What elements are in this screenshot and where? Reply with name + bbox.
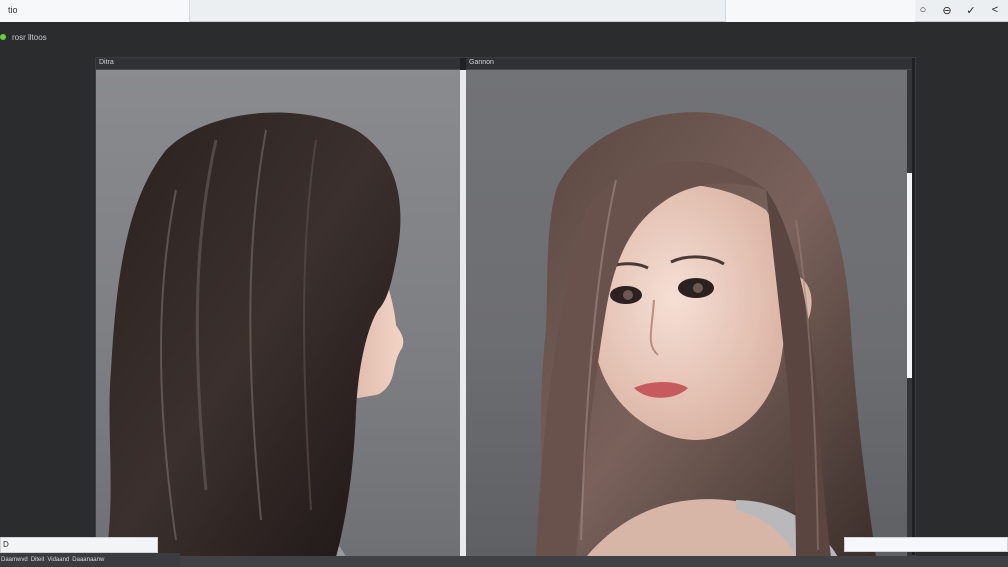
front-portrait-illustration bbox=[536, 112, 876, 557]
right-pane: Gannon bbox=[466, 58, 912, 557]
bottom-menu-item[interactable]: Daamwvd bbox=[1, 557, 28, 563]
right-pane-title: Gannon bbox=[469, 59, 494, 66]
right-pane-header: Gannon bbox=[466, 58, 912, 70]
left-pane-header: Ditra bbox=[96, 58, 460, 70]
sub-toolbar: rosr lltoos bbox=[0, 28, 47, 46]
tab-primary[interactable]: tio bbox=[0, 0, 190, 22]
scrollbar-thumb[interactable] bbox=[907, 173, 912, 378]
bottom-input-value: D bbox=[3, 540, 9, 549]
bottom-menu-strip: Daamwvd Diteit Vidaand Daaanaanw bbox=[0, 553, 180, 567]
image-compare-panel: Ditra Gannon bbox=[95, 57, 916, 557]
circle-icon[interactable]: ○ bbox=[916, 3, 930, 17]
left-pane: Ditra bbox=[96, 58, 460, 557]
title-bar: tio ○ ⊖ ✓ < bbox=[0, 0, 1008, 22]
bottom-menu-item[interactable]: Diteit bbox=[31, 557, 45, 563]
status-dot-icon bbox=[0, 34, 6, 40]
profile-portrait-illustration bbox=[106, 112, 404, 557]
right-image[interactable] bbox=[466, 70, 912, 557]
back-icon[interactable]: < bbox=[988, 3, 1002, 17]
app-window: tio ○ ⊖ ✓ < rosr lltoos Ditra Gannon D D… bbox=[0, 0, 1008, 567]
check-icon[interactable]: ✓ bbox=[964, 3, 978, 17]
status-bar bbox=[180, 556, 1008, 567]
bottom-menu-item[interactable]: Daaanaanw bbox=[72, 557, 104, 563]
minus-circle-icon[interactable]: ⊖ bbox=[940, 3, 954, 17]
tab-primary-label: tio bbox=[8, 5, 18, 15]
bottom-menu-item[interactable]: Vidaand bbox=[47, 557, 69, 563]
bottom-right-field[interactable] bbox=[844, 537, 1008, 552]
tab-secondary[interactable] bbox=[725, 0, 915, 22]
toolbar-label[interactable]: rosr lltoos bbox=[12, 33, 47, 42]
left-image[interactable] bbox=[96, 70, 460, 557]
left-pane-title: Ditra bbox=[99, 59, 114, 66]
bottom-input[interactable]: D bbox=[0, 537, 158, 553]
window-actions: ○ ⊖ ✓ < bbox=[916, 3, 1002, 17]
